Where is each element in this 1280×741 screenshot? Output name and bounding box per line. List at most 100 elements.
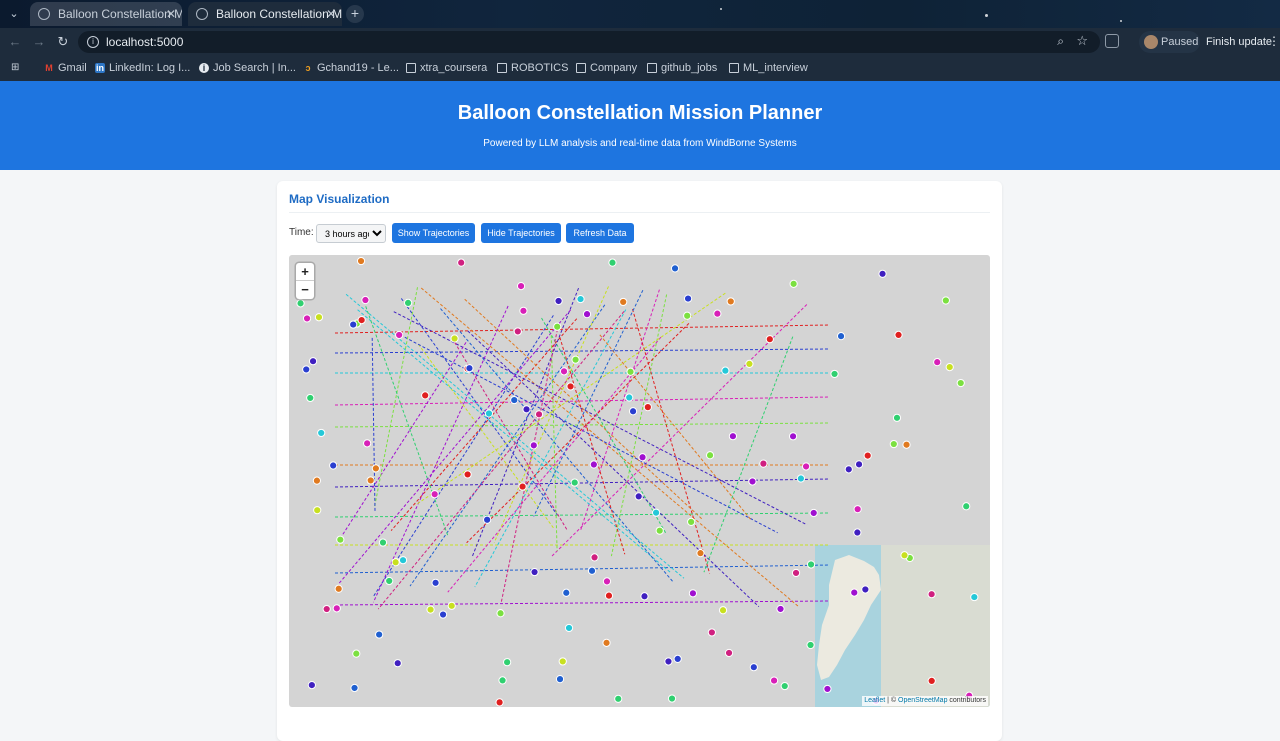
balloon-marker[interactable] xyxy=(655,526,664,535)
balloon-marker[interactable] xyxy=(558,657,567,666)
tab-search-icon[interactable]: ⌄ xyxy=(6,6,22,22)
balloon-marker[interactable] xyxy=(823,684,832,694)
balloon-marker[interactable] xyxy=(529,441,538,450)
forward-icon[interactable]: → xyxy=(31,34,47,50)
balloon-marker[interactable] xyxy=(806,560,816,569)
balloon-marker[interactable] xyxy=(371,464,380,473)
balloon-marker[interactable] xyxy=(296,299,305,308)
balloon-marker[interactable] xyxy=(748,477,757,486)
balloon-marker[interactable] xyxy=(553,322,562,331)
balloon-marker[interactable] xyxy=(457,258,466,267)
balloon-marker[interactable] xyxy=(780,681,789,691)
balloon-marker[interactable] xyxy=(349,320,358,329)
balloon-marker[interactable] xyxy=(625,393,634,402)
balloon-marker[interactable] xyxy=(749,663,758,672)
balloon-marker[interactable] xyxy=(518,482,527,491)
balloon-marker[interactable] xyxy=(522,405,531,414)
close-tab-icon[interactable]: ✕ xyxy=(326,2,336,26)
balloon-marker[interactable] xyxy=(713,309,722,318)
balloon-marker[interactable] xyxy=(438,610,448,619)
balloon-marker[interactable] xyxy=(788,432,798,441)
balloon-marker[interactable] xyxy=(357,316,366,325)
balloon-marker[interactable] xyxy=(850,588,859,597)
balloon-marker[interactable] xyxy=(361,295,370,305)
balloon-marker[interactable] xyxy=(366,476,375,485)
balloon-marker[interactable] xyxy=(894,330,903,339)
balloon-marker[interactable] xyxy=(590,553,599,562)
balloon-marker[interactable] xyxy=(554,296,563,306)
balloon-marker[interactable] xyxy=(308,357,318,366)
balloon-marker[interactable] xyxy=(582,310,592,319)
extensions-icon[interactable] xyxy=(1105,34,1119,48)
balloon-marker[interactable] xyxy=(927,590,936,599)
balloon-marker[interactable] xyxy=(956,378,965,388)
osm-link[interactable]: OpenStreetMap xyxy=(898,697,947,704)
balloon-marker[interactable] xyxy=(696,549,705,558)
balloon-marker[interactable] xyxy=(673,654,682,663)
balloon-marker[interactable] xyxy=(393,659,402,668)
balloon-marker[interactable] xyxy=(602,577,612,586)
balloon-marker[interactable] xyxy=(640,592,649,601)
leaflet-link[interactable]: Leaflet xyxy=(864,697,885,704)
balloon-marker[interactable] xyxy=(431,578,440,587)
balloon-marker[interactable] xyxy=(498,676,507,685)
balloon-marker[interactable] xyxy=(789,279,798,288)
balloon-marker[interactable] xyxy=(619,297,628,307)
balloon-marker[interactable] xyxy=(889,439,898,449)
balloon-marker[interactable] xyxy=(510,395,519,405)
balloon-marker[interactable] xyxy=(861,585,870,594)
balloon-marker[interactable] xyxy=(707,628,716,637)
zoom-out-button[interactable]: − xyxy=(296,281,314,299)
back-icon[interactable]: ← xyxy=(7,34,23,50)
balloon-marker[interactable] xyxy=(683,294,693,303)
balloon-map[interactable]: + − Leaflet | © OpenStreetMap contributo… xyxy=(289,255,990,707)
balloon-marker[interactable] xyxy=(902,440,911,449)
balloon-marker[interactable] xyxy=(513,327,522,336)
balloon-marker[interactable] xyxy=(664,657,673,666)
site-info-icon[interactable]: i xyxy=(87,36,99,48)
balloon-marker[interactable] xyxy=(688,589,698,598)
balloon-marker[interactable] xyxy=(941,296,950,305)
refresh-data-button[interactable]: Refresh Data xyxy=(566,223,634,243)
balloon-marker[interactable] xyxy=(322,604,331,614)
balloon-marker[interactable] xyxy=(306,393,315,403)
bookmark-linkedin[interactable]: in LinkedIn: Log I... xyxy=(95,60,190,77)
zoom-icon[interactable]: ⌕ xyxy=(1057,34,1064,49)
balloon-marker[interactable] xyxy=(398,556,408,565)
balloon-marker[interactable] xyxy=(465,364,474,373)
bookmark-folder-ml-interview[interactable]: ML_interview xyxy=(729,60,808,77)
balloon-marker[interactable] xyxy=(378,538,388,547)
balloon-marker[interactable] xyxy=(721,366,730,375)
balloon-marker[interactable] xyxy=(463,470,472,479)
balloon-marker[interactable] xyxy=(496,609,505,618)
balloon-marker[interactable] xyxy=(614,694,623,703)
balloon-marker[interactable] xyxy=(559,367,569,376)
balloon-marker[interactable] xyxy=(302,314,312,323)
balloon-marker[interactable] xyxy=(519,306,528,315)
hide-trajectories-button[interactable]: Hide Trajectories xyxy=(481,223,561,243)
new-tab-button[interactable]: + xyxy=(346,5,364,23)
balloon-marker[interactable] xyxy=(670,264,680,273)
balloon-marker[interactable] xyxy=(933,358,942,367)
balloon-marker[interactable] xyxy=(495,698,504,707)
balloon-marker[interactable] xyxy=(566,382,575,391)
balloon-marker[interactable] xyxy=(651,508,661,517)
balloon-marker[interactable] xyxy=(329,461,338,470)
apps-grid-icon[interactable]: ⊞ xyxy=(11,62,23,74)
bookmark-folder-company[interactable]: Company xyxy=(576,60,637,77)
balloon-marker[interactable] xyxy=(796,474,806,483)
balloon-marker[interactable] xyxy=(638,453,647,462)
balloon-marker[interactable] xyxy=(516,281,526,291)
balloon-marker[interactable] xyxy=(776,604,785,614)
balloon-marker[interactable] xyxy=(970,592,979,602)
balloon-marker[interactable] xyxy=(307,680,316,690)
balloon-marker[interactable] xyxy=(683,311,692,320)
balloon-marker[interactable] xyxy=(336,535,345,544)
balloon-marker[interactable] xyxy=(530,567,539,577)
balloon-marker[interactable] xyxy=(421,391,430,400)
finish-update-button[interactable]: Finish update xyxy=(1206,31,1272,53)
bookmark-gmail[interactable]: M Gmail xyxy=(44,60,86,77)
balloon-marker[interactable] xyxy=(483,515,492,524)
balloon-marker[interactable] xyxy=(313,506,322,515)
bookmark-job-search[interactable]: i Job Search | In... xyxy=(199,60,296,77)
